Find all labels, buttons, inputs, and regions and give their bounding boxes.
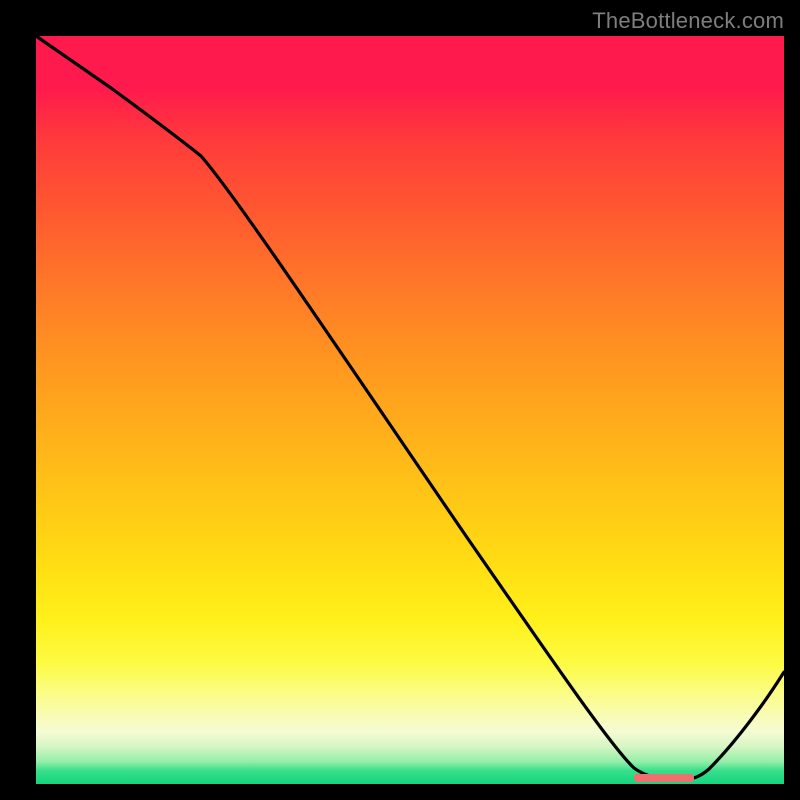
bottleneck-curve [36, 36, 784, 784]
curve-path [36, 36, 784, 780]
optimal-marker [634, 774, 694, 782]
plot-area [36, 36, 784, 784]
watermark-text: TheBottleneck.com [592, 8, 784, 34]
chart-frame: TheBottleneck.com [0, 0, 800, 800]
